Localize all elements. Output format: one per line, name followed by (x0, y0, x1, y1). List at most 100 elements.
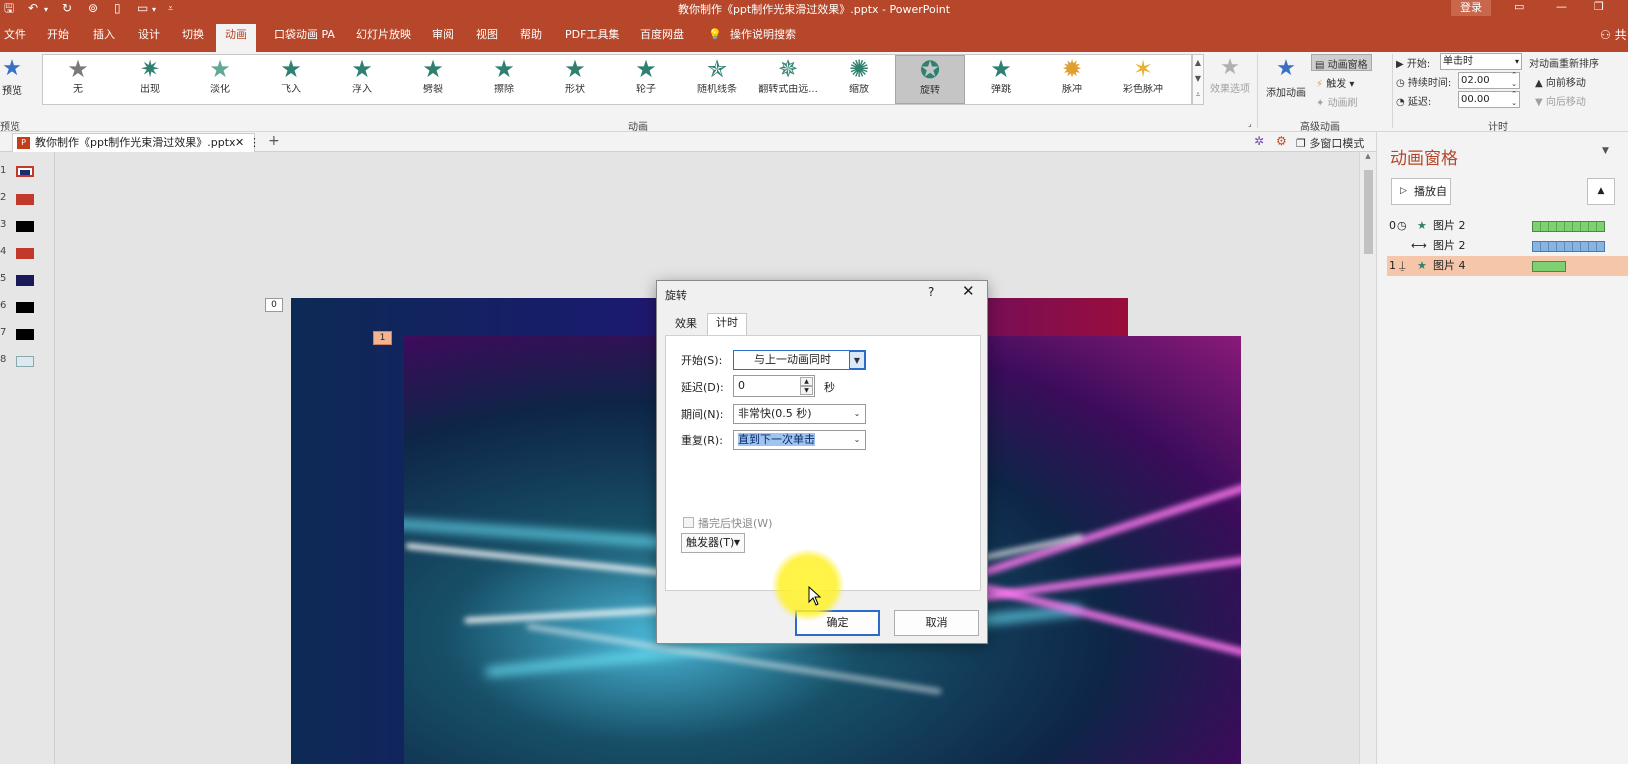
close-icon[interactable]: ✕ (962, 282, 975, 300)
spin-up-icon[interactable]: ▲ (800, 377, 813, 386)
group-label-advanced: 高级动画 (1300, 122, 1340, 133)
animation-item-2[interactable]: ⟷ 图片 2 (1387, 236, 1628, 256)
duration-combo[interactable]: 非常快(0.5 秒) ⌄ (733, 404, 866, 424)
triggers-button[interactable]: 触发器(T) ▼ (681, 533, 745, 553)
slide-thumbnail-5[interactable] (16, 275, 34, 286)
add-animation-button[interactable]: ★ 添加动画 (1262, 54, 1310, 99)
anim-zoom[interactable]: ✺ 缩放 (824, 55, 894, 104)
tab-review[interactable]: 审阅 (428, 26, 458, 52)
slide-thumbnail-8[interactable] (16, 356, 34, 367)
divider (1257, 54, 1258, 128)
anim-grow-turn[interactable]: ✵ 翻转式由远... (753, 55, 823, 104)
cancel-button[interactable]: 取消 (894, 610, 979, 636)
new-tab-icon[interactable]: + (268, 133, 280, 149)
tab-slideshow[interactable]: 幻灯片放映 (352, 26, 415, 52)
tab-animations[interactable]: 动画 (216, 24, 256, 52)
spin-down-icon[interactable]: ▼ (800, 386, 813, 395)
scroll-up-icon[interactable]: ▲ (1360, 152, 1376, 160)
anim-wipe[interactable]: ★ 擦除 (469, 55, 539, 104)
slide-thumbnail-3[interactable] (16, 221, 34, 232)
pane-options-icon[interactable]: ▼ (1602, 146, 1609, 156)
delay-input[interactable]: 00.00 ⌃ ⌄ (1458, 90, 1520, 108)
tab-help[interactable]: 帮助 (516, 26, 546, 52)
canvas-scrollbar[interactable]: ▲ (1359, 152, 1376, 764)
animation-item-1[interactable]: 0 ◷ ★ 图片 2 (1387, 216, 1628, 236)
anim-random-bars[interactable]: ✯ 随机线条 (682, 55, 752, 104)
tab-pocket-animation[interactable]: 口袋动画 PA (270, 26, 339, 52)
expand-icon: ▼ (733, 538, 740, 547)
tools-icon[interactable]: ✲ (1254, 134, 1264, 148)
ribbon-display-icon[interactable]: ▭ (1514, 0, 1524, 14)
chevron-down-icon[interactable]: ⌄ (849, 405, 865, 423)
scrollbar-thumb[interactable] (1364, 170, 1373, 254)
rewind-checkbox[interactable] (683, 517, 694, 528)
tell-me-search[interactable]: 操作说明搜索 (726, 26, 800, 52)
tab-home[interactable]: 开始 (43, 26, 73, 52)
anim-fly-in[interactable]: ★ 飞入 (256, 55, 326, 104)
preview-button[interactable]: ★ 预览 (0, 56, 24, 97)
login-button[interactable]: 登录 (1451, 0, 1491, 16)
close-tab-icon[interactable]: ✕ (235, 134, 244, 151)
start-combo[interactable]: 与上一动画同时 ▼ (733, 350, 866, 370)
anim-fade[interactable]: ★ 淡化 (185, 55, 255, 104)
document-tab[interactable]: P 教你制作《ppt制作光束滑过效果》.pptx ✕ ⋮ (12, 133, 260, 152)
move-earlier-button[interactable]: ▲ 向前移动 (1535, 74, 1586, 89)
tab-baidu-netdisk[interactable]: 百度网盘 (636, 26, 688, 52)
play-from-button[interactable]: ▷ 播放自 (1391, 178, 1451, 205)
tab-pdf-tools[interactable]: PDF工具集 (561, 26, 623, 52)
slide-thumbnail-6[interactable] (16, 302, 34, 313)
anim-split[interactable]: ★ 劈裂 (398, 55, 468, 104)
motion-path-icon: ⟷ (1411, 239, 1427, 252)
more-icon[interactable]: ⋮ (249, 134, 260, 151)
slide-thumbnail-2[interactable] (16, 194, 34, 205)
tab-view[interactable]: 视图 (472, 26, 502, 52)
animation-item-3[interactable]: 1 ⍊ ★ 图片 4 (1387, 256, 1628, 276)
chevron-down-icon[interactable]: ▼ (849, 351, 865, 369)
animation-tag-0[interactable]: 0 (265, 298, 283, 312)
tab-insert[interactable]: 插入 (89, 26, 119, 52)
star-icon: ★ (280, 55, 302, 83)
anim-color-pulse[interactable]: ✶ 彩色脉冲 (1108, 55, 1178, 104)
repeat-combo[interactable]: 直到下一次单击 ⌄ (733, 430, 866, 450)
anim-appear[interactable]: ✷ 出现 (115, 55, 185, 104)
chevron-down-icon[interactable]: ⌄ (849, 431, 865, 449)
tab-file[interactable]: 文件 (0, 26, 30, 52)
clock-icon: ◷ (1397, 219, 1407, 232)
anim-none[interactable]: ★ 无 (43, 55, 113, 104)
anim-bounce[interactable]: ★ 弹跳 (966, 55, 1036, 104)
dialog-launcher-icon[interactable]: ⌟ (1248, 119, 1252, 128)
delay-spinner[interactable]: 0 ▲ ▼ (733, 375, 815, 397)
settings-icon[interactable]: ⚙ (1276, 134, 1287, 148)
duration-input[interactable]: 02.00 ⌃ ⌄ (1458, 71, 1520, 89)
slide-number: 4 (0, 246, 7, 257)
minimize-icon[interactable]: — (1556, 0, 1567, 14)
anim-spin[interactable]: ✪ 旋转 (895, 55, 965, 104)
slide-thumbnail-4[interactable] (16, 248, 34, 259)
timeline-bar[interactable] (1532, 241, 1605, 252)
trigger-button[interactable]: ⚡ 触发 ▾ (1316, 75, 1354, 90)
timeline-bar[interactable] (1532, 261, 1566, 272)
tab-design[interactable]: 设计 (134, 26, 164, 52)
move-up-button[interactable]: ▲ (1587, 178, 1615, 205)
restore-icon[interactable]: ❐ (1594, 0, 1604, 14)
anim-wheel[interactable]: ★ 轮子 (611, 55, 681, 104)
slide-thumbnail-1[interactable] (16, 166, 34, 177)
anim-pulse[interactable]: ✹ 脉冲 (1037, 55, 1107, 104)
gallery-scroll[interactable]: ▲ ▼ ⩡ (1192, 54, 1204, 105)
help-button[interactable]: ? (928, 285, 934, 299)
tab-timing[interactable]: 计时 (707, 313, 747, 335)
tab-effect[interactable]: 效果 (667, 315, 705, 335)
animation-tag-1[interactable]: 1 (373, 331, 392, 345)
effect-options-button[interactable]: ★ 效果选项 (1207, 56, 1253, 96)
timeline-bar[interactable] (1532, 221, 1605, 232)
animation-painter-button[interactable]: ✦ 动画刷 (1316, 94, 1358, 109)
start-select[interactable]: 单击时 ▾ (1440, 53, 1522, 70)
anim-float-in[interactable]: ★ 浮入 (327, 55, 397, 104)
tab-transitions[interactable]: 切换 (178, 26, 208, 52)
multi-window-button[interactable]: ❐ 多窗口模式 (1296, 135, 1364, 151)
move-later-button[interactable]: ▼ 向后移动 (1535, 93, 1586, 108)
slide-thumbnail-7[interactable] (16, 329, 34, 340)
animation-pane-button[interactable]: ▤ 动画窗格 (1311, 54, 1372, 71)
share-user-icon[interactable]: ⚇ 共 (1600, 26, 1627, 43)
anim-shape[interactable]: ★ 形状 (540, 55, 610, 104)
